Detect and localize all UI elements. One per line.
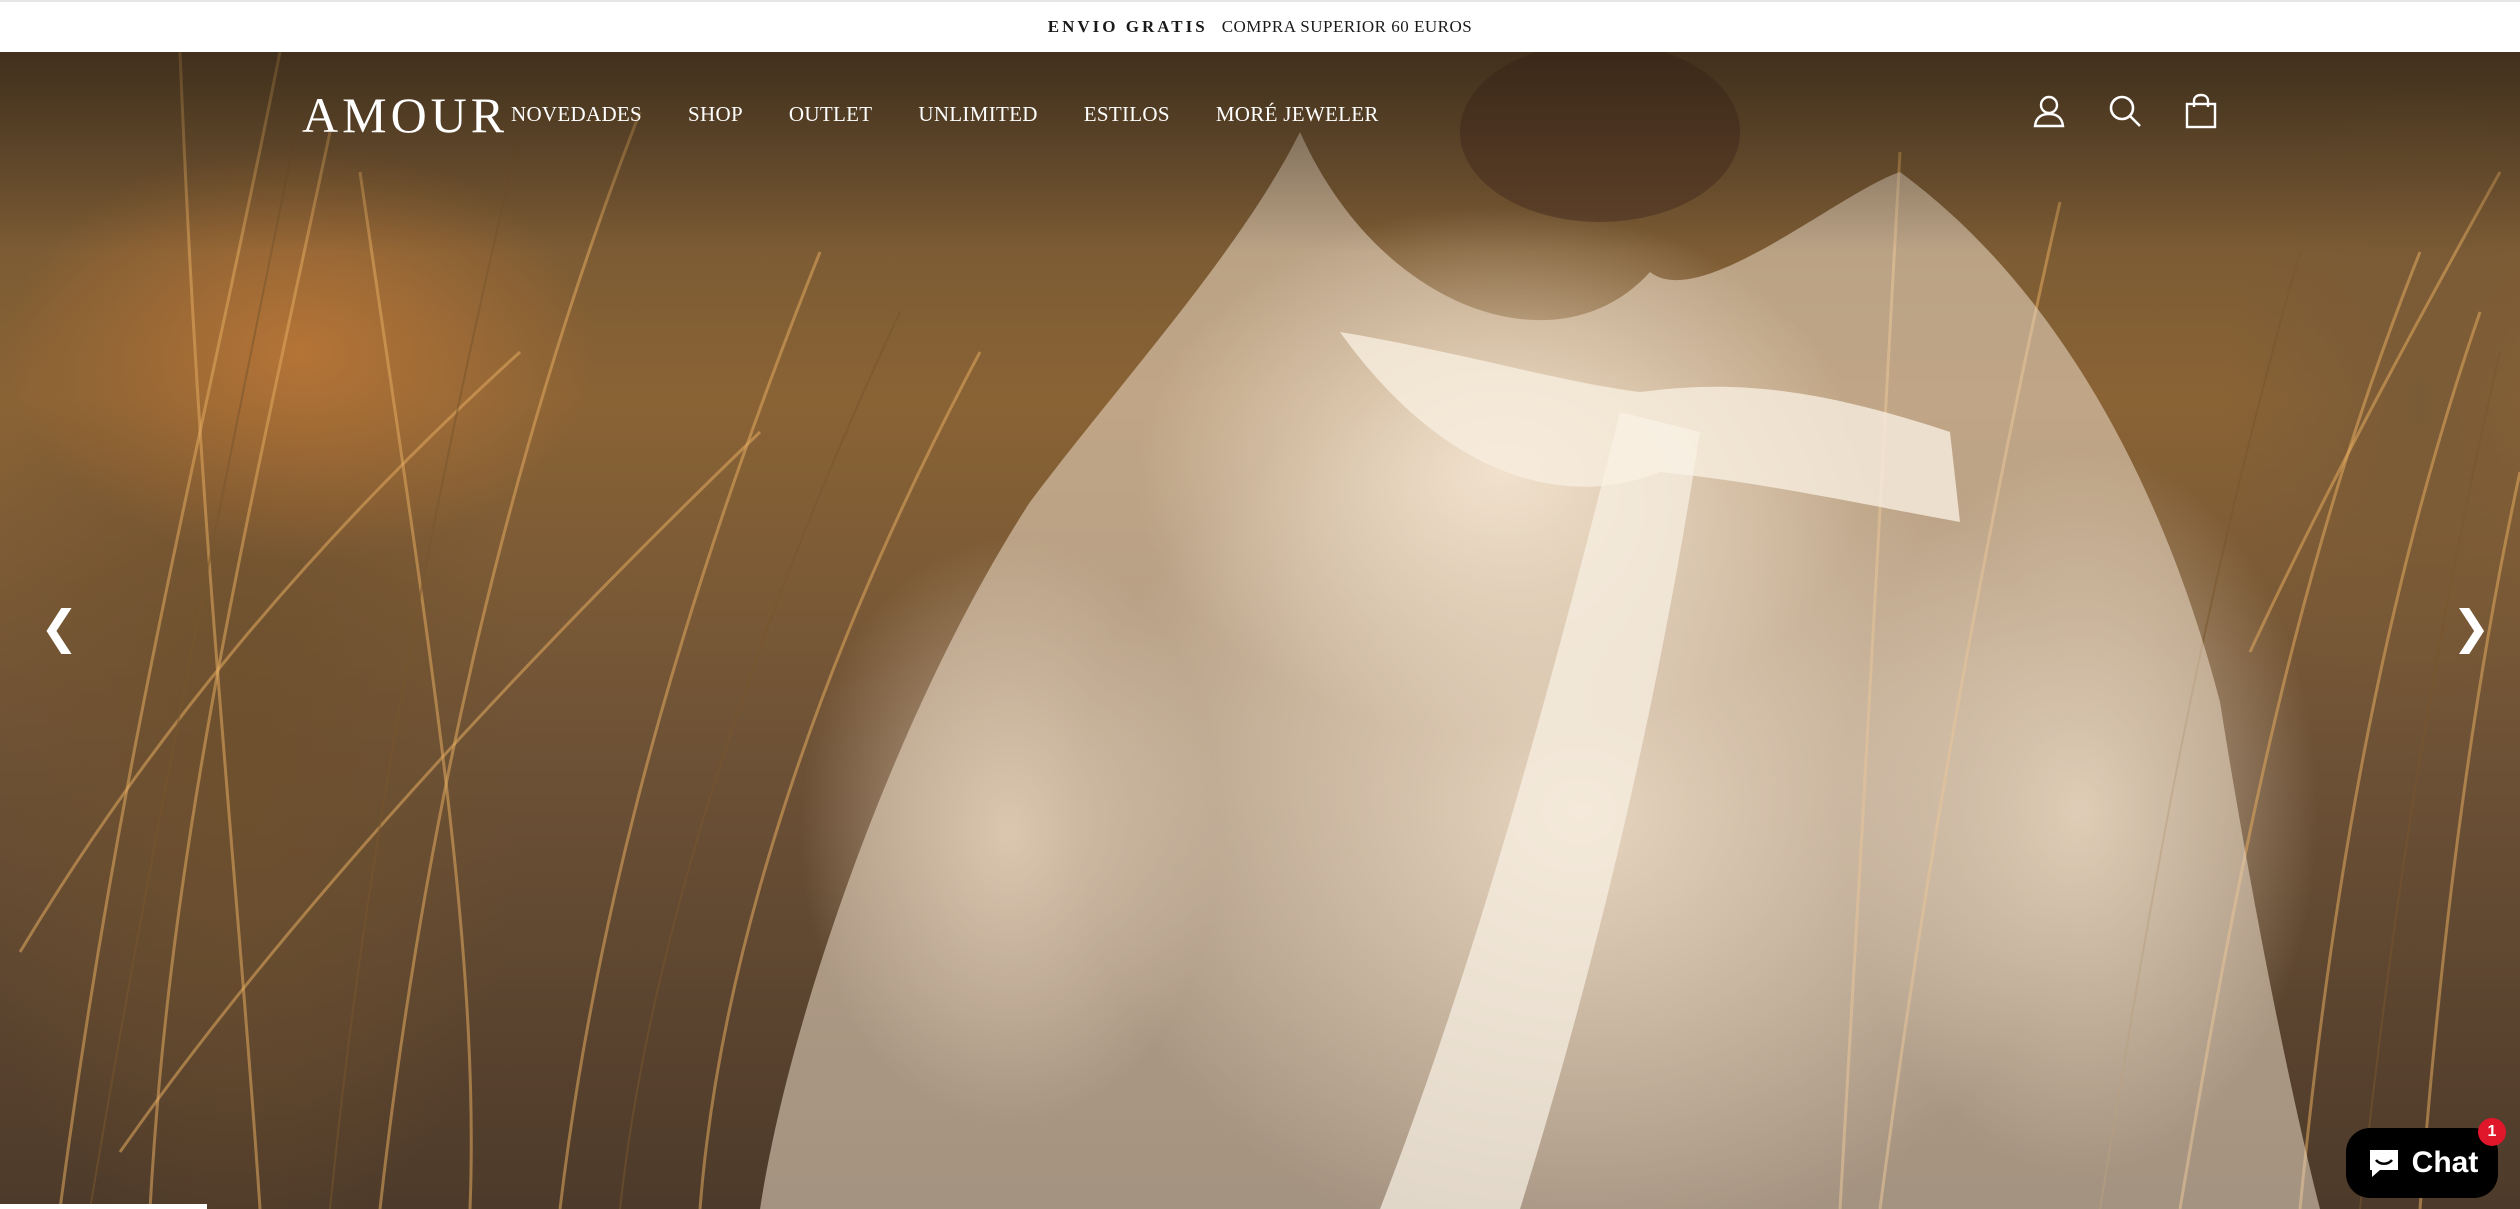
nav-item-outlet[interactable]: OUTLET: [789, 102, 872, 127]
main-nav: NOVEDADES SHOP OUTLET UNLIMITED ESTILOS …: [511, 102, 1425, 127]
nav-item-unlimited[interactable]: UNLIMITED: [918, 102, 1037, 127]
announcement-text: COMPRA SUPERIOR 60 EUROS: [1221, 17, 1473, 36]
chat-label: Chat: [2411, 1146, 2479, 1179]
nav-item-novedades[interactable]: NOVEDADES: [511, 102, 642, 127]
nav-item-estilos[interactable]: ESTILOS: [1084, 102, 1170, 127]
site-header: AMOUR NOVEDADES SHOP OUTLET UNLIMITED ES…: [0, 52, 2520, 172]
announcement-bar: ENVIO GRATIS COMPRA SUPERIOR 60 EUROS: [0, 0, 2520, 52]
announcement-bold: ENVIO GRATIS: [1047, 17, 1208, 36]
chat-button[interactable]: Chat: [2346, 1128, 2498, 1198]
hero-slideshow: [0, 52, 2520, 1209]
nav-item-more-jeweler[interactable]: MORÉ JEWELER: [1216, 102, 1379, 127]
slideshow-prev-arrow[interactable]: ❮: [40, 600, 79, 654]
chat-badge: 1: [2478, 1118, 2506, 1146]
header-icons: [2030, 92, 2220, 130]
slideshow-next-arrow[interactable]: ❯: [2452, 600, 2491, 654]
bottom-tab[interactable]: [0, 1204, 207, 1209]
cart-icon[interactable]: [2182, 92, 2220, 130]
logo[interactable]: AMOUR: [302, 86, 508, 144]
chat-bubble-icon: [2369, 1150, 2398, 1177]
nav-item-shop[interactable]: SHOP: [688, 102, 743, 127]
search-icon[interactable]: [2106, 92, 2144, 130]
account-icon[interactable]: [2030, 92, 2068, 130]
